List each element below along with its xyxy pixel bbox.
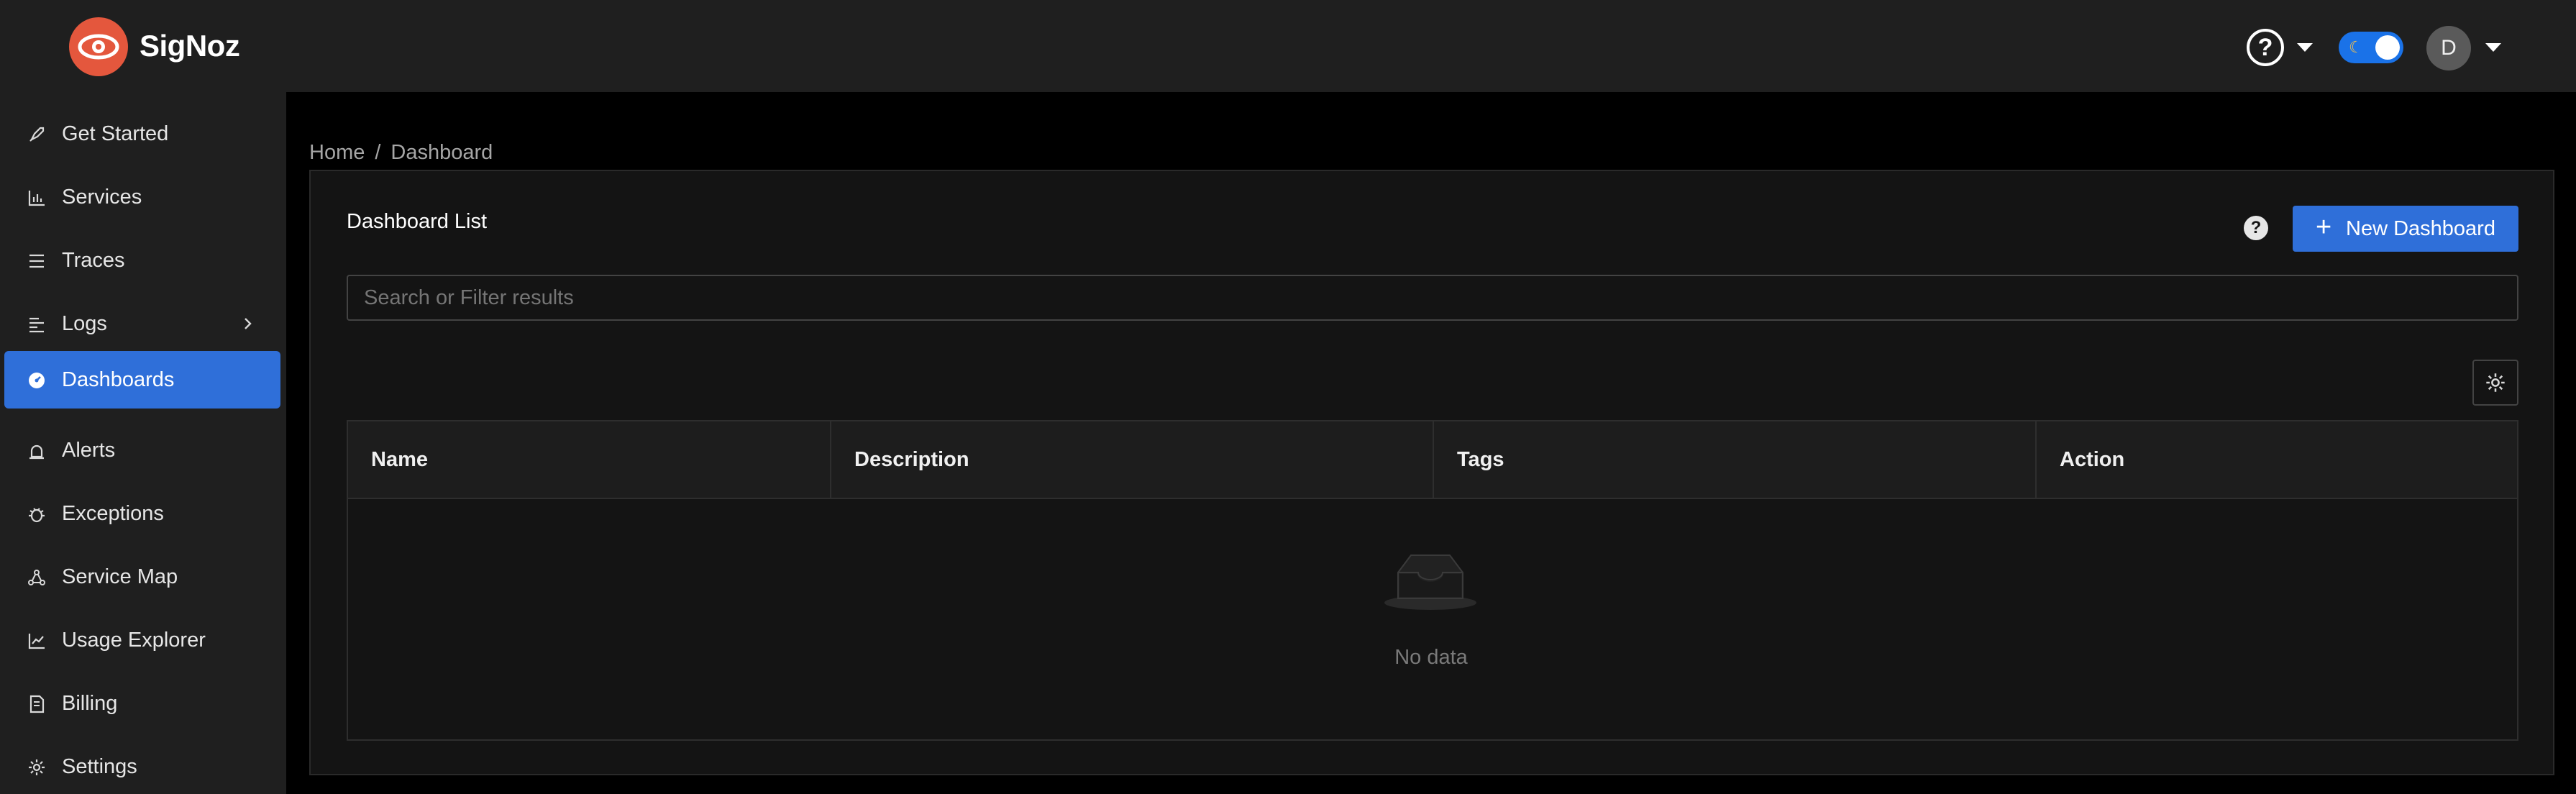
sidebar-item-label: Services xyxy=(62,186,142,209)
dashboard-table: Name Description Tags Action No data xyxy=(347,420,2518,741)
question-circle-icon[interactable]: ? xyxy=(2244,216,2268,240)
sidebar-item-dashboards[interactable]: Dashboards xyxy=(4,351,280,409)
dashboard-list-panel: Dashboard List ? + New Dashboard Name De… xyxy=(309,170,2554,775)
sidebar-item-label: Dashboards xyxy=(62,368,175,391)
user-chevron-down-icon[interactable] xyxy=(2485,43,2501,52)
sidebar-item-logs[interactable]: Logs xyxy=(4,295,280,352)
toggle-knob xyxy=(2375,35,2400,60)
align-left-icon xyxy=(29,317,44,333)
plus-icon: + xyxy=(2316,212,2332,242)
sidebar-item-label: Traces xyxy=(62,249,125,272)
search-input[interactable] xyxy=(347,275,2518,321)
sidebar-item-label: Billing xyxy=(62,692,118,715)
sidebar-item-traces[interactable]: Traces xyxy=(4,232,280,289)
sidebar-item-label: Get Started xyxy=(62,122,169,145)
new-dashboard-label: New Dashboard xyxy=(2346,217,2495,240)
sidebar-item-billing[interactable]: Billing xyxy=(4,675,280,732)
sidebar-item-services[interactable]: Services xyxy=(4,168,280,226)
bug-icon xyxy=(29,508,45,523)
empty-inbox-icon xyxy=(1384,555,1476,610)
list-icon xyxy=(29,254,44,268)
column-header-description[interactable]: Description xyxy=(830,421,1433,498)
table-header: Name Description Tags Action xyxy=(348,421,2517,499)
brand-name[interactable]: SigNoz xyxy=(140,29,240,63)
new-dashboard-button[interactable]: + New Dashboard xyxy=(2293,206,2518,252)
page-title: Dashboard List xyxy=(347,210,488,233)
sidebar-item-usage-explorer[interactable]: Usage Explorer xyxy=(4,611,280,669)
sidebar-item-get-started[interactable]: Get Started xyxy=(4,105,280,163)
empty-state-text: No data xyxy=(1394,646,1468,669)
column-header-tags[interactable]: Tags xyxy=(1433,421,2035,498)
sidebar-item-label: Settings xyxy=(62,755,137,778)
breadcrumb-separator: / xyxy=(375,141,381,164)
breadcrumb-current: Dashboard xyxy=(390,141,493,164)
deployment-icon xyxy=(28,570,45,585)
gear-icon xyxy=(29,759,45,775)
dashboard-icon xyxy=(29,373,45,388)
chevron-right-icon xyxy=(245,318,252,329)
moon-icon: ☾ xyxy=(2349,38,2363,56)
theme-toggle[interactable]: ☾ xyxy=(2339,32,2403,63)
sidebar-item-service-map[interactable]: Service Map xyxy=(4,548,280,606)
sidebar-item-settings[interactable]: Settings xyxy=(4,738,280,794)
rocket-icon xyxy=(29,127,45,142)
sidebar-item-label: Usage Explorer xyxy=(62,629,206,652)
sidebar: Get Started Services Traces Logs Dashboa… xyxy=(0,92,286,794)
help-chevron-down-icon[interactable] xyxy=(2297,43,2313,52)
alarm-icon xyxy=(29,444,44,460)
bar-chart-icon xyxy=(28,191,45,206)
sidebar-item-label: Logs xyxy=(62,312,107,335)
sidebar-item-exceptions[interactable]: Exceptions xyxy=(4,485,280,542)
signoz-logo-icon[interactable] xyxy=(69,17,128,76)
table-settings-button[interactable] xyxy=(2472,360,2518,406)
breadcrumb-home[interactable]: Home xyxy=(309,141,365,164)
sidebar-item-label: Alerts xyxy=(62,439,116,462)
help-question-icon[interactable]: ? xyxy=(2247,29,2284,66)
sidebar-item-label: Exceptions xyxy=(62,502,164,525)
gear-icon xyxy=(2486,373,2505,392)
sidebar-item-alerts[interactable]: Alerts xyxy=(4,421,280,479)
breadcrumb: Home / Dashboard xyxy=(309,141,493,165)
avatar[interactable]: D xyxy=(2426,26,2471,70)
line-chart-icon xyxy=(28,634,45,649)
top-header: SigNoz ? ☾ D xyxy=(0,0,2576,92)
sidebar-item-label: Service Map xyxy=(62,565,178,588)
column-header-name[interactable]: Name xyxy=(348,421,830,498)
column-header-action[interactable]: Action xyxy=(2035,421,2517,498)
file-icon xyxy=(29,695,45,713)
